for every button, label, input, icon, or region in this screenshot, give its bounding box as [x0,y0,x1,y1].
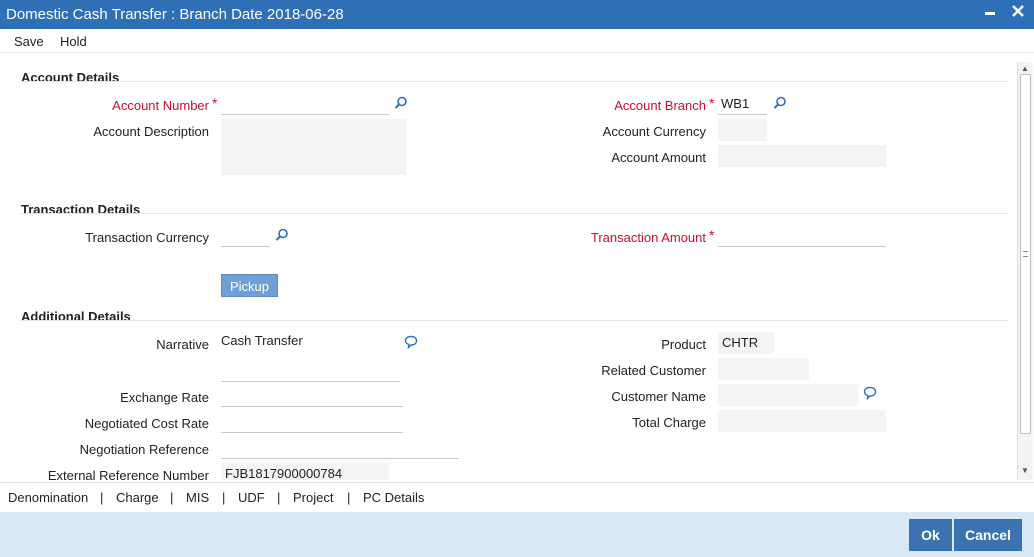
product-label: Product [661,337,706,352]
related-customer-field[interactable] [718,358,809,380]
scrollbar-thumb[interactable] [1020,74,1031,434]
narrative-field[interactable]: Cash Transfer [221,333,400,382]
product-field[interactable]: CHTR [718,332,774,354]
tab-charge[interactable]: Charge [116,490,159,505]
ok-button[interactable]: Ok [909,519,952,551]
transaction-currency-input[interactable] [221,225,270,247]
section-title-additional-details: Additional Details [21,309,131,324]
close-icon [1012,5,1024,17]
account-number-input[interactable] [221,93,389,115]
account-description-label: Account Description [93,124,209,139]
negotiated-cost-rate-label: Negotiated Cost Rate [84,416,209,431]
customer-name-label: Customer Name [611,389,706,404]
section-title-account-details: Account Details [21,70,120,85]
subsystem-tabs: Denomination | Charge | MIS | UDF | Proj… [0,482,1034,512]
tab-separator: | [277,490,281,505]
account-number-label: Account Number [112,98,209,113]
account-branch-label: Account Branch [614,98,706,113]
related-customer-label: Related Customer [601,363,706,378]
tab-separator: | [347,490,351,505]
scroll-down-arrow-icon[interactable]: ▼ [1021,466,1029,475]
tab-separator: | [100,490,104,505]
scroll-up-arrow-icon[interactable]: ▲ [1021,64,1029,73]
transaction-amount-label: Transaction Amount [590,230,706,245]
hold-menu-item[interactable]: Hold [60,34,87,49]
negotiation-reference-label: Negotiation Reference [79,442,209,457]
tab-mis[interactable]: MIS [186,490,209,505]
account-amount-field[interactable] [718,145,886,167]
search-icon[interactable] [275,228,289,245]
tab-separator: | [222,490,226,505]
section-divider [21,213,1008,214]
tab-project[interactable]: Project [293,490,333,505]
title-bar: Domestic Cash Transfer : Branch Date 201… [0,0,1034,29]
window-title: Domestic Cash Transfer : Branch Date 201… [6,6,344,23]
account-currency-field[interactable] [718,119,767,141]
section-title-transaction-details: Transaction Details [21,202,141,217]
narrative-label: Narrative [156,337,209,352]
search-icon[interactable] [773,96,787,113]
close-button[interactable] [1008,3,1028,25]
tab-denomination[interactable]: Denomination [8,490,88,505]
exchange-rate-label: Exchange Rate [120,390,209,405]
account-description-field[interactable] [221,119,406,175]
menu-bar: Save Hold [0,29,1034,53]
external-reference-number-field[interactable]: FJB1817900000784 [221,463,389,480]
total-charge-label: Total Charge [632,415,706,430]
required-marker: * [212,95,218,111]
customer-name-field[interactable] [718,384,858,406]
scrollbar-grip-icon [1023,251,1028,257]
transaction-currency-label: Transaction Currency [85,230,209,245]
save-menu-item[interactable]: Save [14,34,44,49]
minimize-icon [985,12,995,15]
pickup-button[interactable]: Pickup [221,274,278,297]
comment-icon[interactable] [863,386,877,403]
account-branch-input[interactable] [718,93,767,115]
cancel-button[interactable]: Cancel [954,519,1022,551]
account-amount-label: Account Amount [611,150,706,165]
section-divider [21,320,1008,321]
required-marker: * [709,227,715,243]
form-content: Account Details Account Number * Account… [0,54,1016,480]
search-icon[interactable] [394,96,408,113]
external-reference-number-label: External Reference Number [47,468,209,480]
required-marker: * [709,95,715,111]
comment-icon[interactable] [404,335,418,352]
total-charge-field[interactable] [718,410,886,432]
tab-udf[interactable]: UDF [238,490,265,505]
minimize-button[interactable] [980,3,1000,25]
vertical-scrollbar[interactable]: ▲ ▼ [1017,62,1033,480]
account-currency-label: Account Currency [602,124,706,139]
exchange-rate-input[interactable] [221,385,403,407]
section-divider [21,81,1008,82]
tab-pc-details[interactable]: PC Details [363,490,424,505]
footer-bar: Ok Cancel [0,512,1034,557]
transaction-amount-input[interactable] [718,225,886,247]
negotiation-reference-input[interactable] [221,437,459,459]
negotiated-cost-rate-input[interactable] [221,411,403,433]
tab-separator: | [170,490,174,505]
